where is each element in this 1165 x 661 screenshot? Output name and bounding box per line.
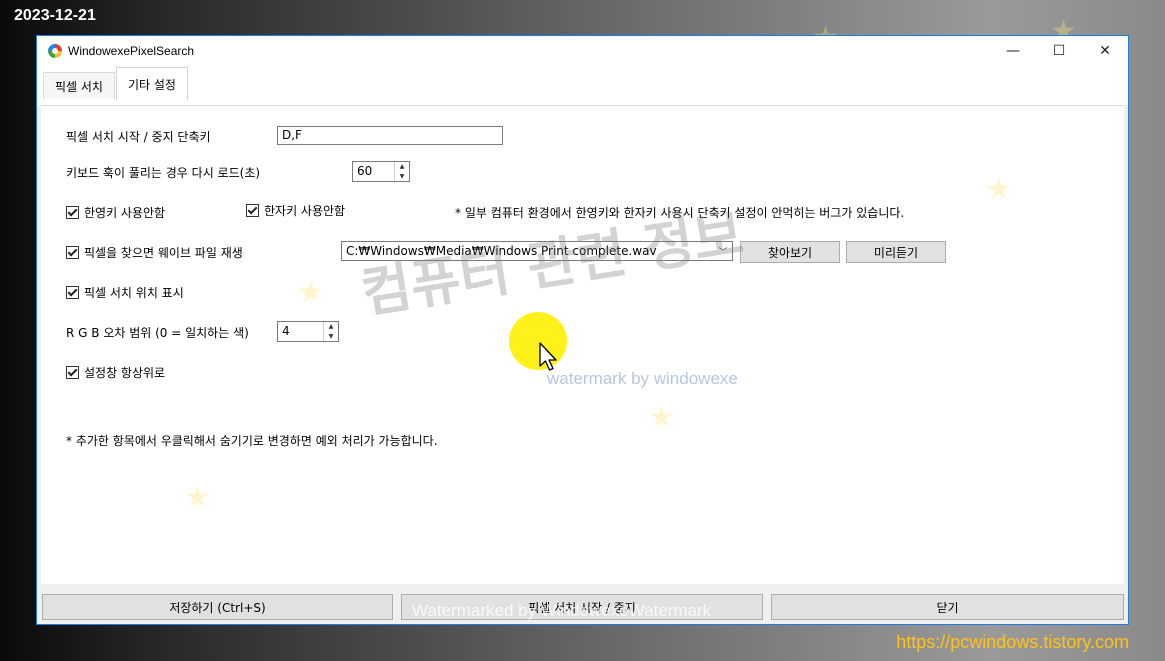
always-on-top-checkbox[interactable]: 설정창 항상위로: [66, 364, 165, 381]
app-window: WindowexePixelSearch — ☐ ✕ 픽셀 서치 기타 설정 픽…: [36, 35, 1129, 625]
stepper-down-icon[interactable]: ▼: [395, 172, 409, 182]
stepper-down-icon[interactable]: ▼: [324, 332, 338, 342]
rgb-tolerance-label: R G B 오차 범위 (0 = 일치하는 색): [66, 326, 249, 340]
stepper-arrows: ▲ ▼: [323, 322, 338, 341]
window-title: WindowexePixelSearch: [68, 43, 195, 58]
preview-button[interactable]: 미리듣기: [846, 241, 946, 263]
star-decoration: ★: [297, 275, 324, 310]
checkbox-checked-icon: [246, 204, 259, 217]
reload-seconds-value: 60: [357, 164, 373, 178]
tab-pixel-search[interactable]: 픽셀 서치: [43, 72, 115, 99]
tab-other-settings[interactable]: 기타 설정: [116, 67, 188, 100]
show-position-checkbox[interactable]: 픽셀 서치 위치 표시: [66, 284, 184, 301]
checkbox-checked-icon: [66, 366, 79, 379]
hotkey-label: 픽셀 서치 시작 / 중지 단축키: [66, 130, 211, 144]
play-wave-label: 픽셀을 찾으면 웨이브 파일 재생: [84, 246, 243, 260]
rgb-tolerance-stepper[interactable]: 4 ▲ ▼: [277, 321, 339, 342]
reload-seconds-stepper[interactable]: 60 ▲ ▼: [352, 161, 410, 182]
always-on-top-label: 설정창 항상위로: [84, 366, 166, 380]
reload-label: 키보드 훅이 풀리는 경우 다시 로드(초): [66, 166, 261, 180]
source-url: https://pcwindows.tistory.com: [896, 632, 1129, 652]
hangul-key-label: 한영키 사용안함: [84, 206, 166, 220]
minimize-button[interactable]: —: [990, 36, 1036, 65]
rgb-tolerance-value: 4: [282, 324, 290, 338]
stepper-up-icon[interactable]: ▲: [324, 322, 338, 332]
hangul-key-checkbox[interactable]: 한영키 사용안함: [66, 204, 165, 221]
date-stamp: 2023-12-21: [14, 7, 96, 24]
checkbox-checked-icon: [66, 206, 79, 219]
checkbox-checked-icon: [66, 246, 79, 259]
browse-button[interactable]: 찾아보기: [740, 241, 840, 263]
star-decoration: ★: [184, 480, 211, 515]
hanja-key-checkbox[interactable]: 한자키 사용안함: [246, 202, 345, 219]
star-decoration: ★: [648, 400, 675, 435]
close-window-button[interactable]: ✕: [1082, 36, 1128, 65]
stepper-arrows: ▲ ▼: [394, 162, 409, 181]
play-wave-checkbox[interactable]: 픽셀을 찾으면 웨이브 파일 재생: [66, 244, 243, 261]
maximize-button[interactable]: ☐: [1036, 36, 1082, 65]
stepper-up-icon[interactable]: ▲: [395, 162, 409, 172]
show-position-label: 픽셀 서치 위치 표시: [84, 286, 184, 300]
exception-note: * 추가한 항목에서 우클릭해서 숨기기로 변경하면 예외 처리가 가능합니다.: [66, 434, 438, 448]
window-controls: — ☐ ✕: [990, 36, 1128, 65]
checkbox-checked-icon: [66, 286, 79, 299]
mouse-pointer-icon: [539, 342, 557, 371]
hotkey-input[interactable]: D,F: [277, 126, 503, 145]
tab-strip: 픽셀 서치 기타 설정: [37, 65, 1128, 105]
save-button[interactable]: 저장하기 (Ctrl+S): [42, 594, 393, 620]
close-button[interactable]: 닫기: [771, 594, 1124, 620]
watermark-subtext: watermark by windowexe: [547, 369, 738, 388]
app-icon: [48, 43, 62, 58]
watermark-button-text: Watermarked by WindowexeWatermark: [412, 601, 712, 620]
title-bar[interactable]: WindowexePixelSearch — ☐ ✕: [37, 36, 1128, 65]
hanja-key-label: 한자키 사용안함: [264, 204, 346, 218]
star-decoration: ★: [985, 172, 1012, 207]
